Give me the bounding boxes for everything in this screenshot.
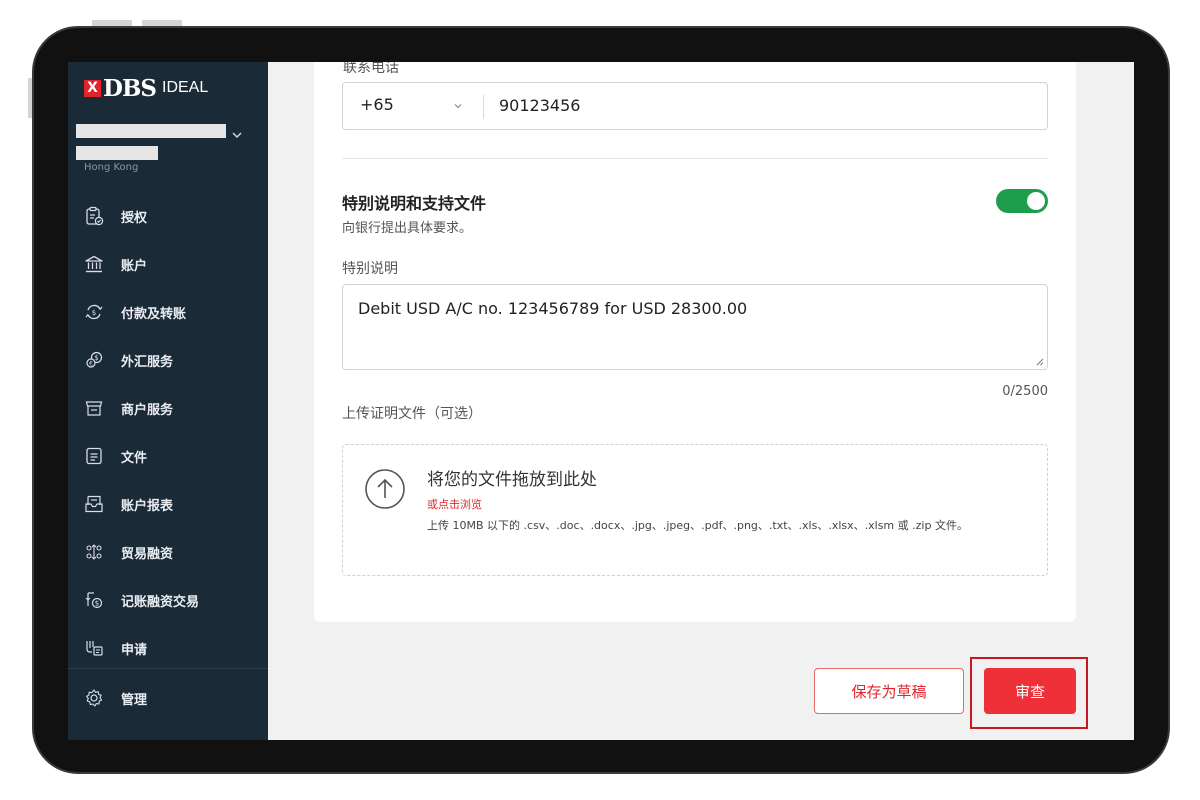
section-subtitle: 向银行提出具体要求。 xyxy=(342,221,473,236)
remark-text: Debit USD A/C no. 123456789 for USD 2830… xyxy=(358,299,748,318)
sidebar-item-label: 外汇服务 xyxy=(121,354,174,370)
remark-label: 特别说明 xyxy=(342,261,398,277)
authorize-icon xyxy=(86,206,104,226)
sidebar-divider xyxy=(68,668,268,669)
special-instructions-toggle[interactable] xyxy=(996,189,1048,213)
transfer-icon: $ xyxy=(85,304,103,320)
sidebar: X DBS IDEAL Hong Kong 授权 账户 $ 付款及转账 $ € … xyxy=(68,62,268,740)
save-draft-button[interactable]: 保存为草稿 xyxy=(814,668,964,714)
section-title: 特别说明和支持文件 xyxy=(342,194,487,213)
sidebar-item-files[interactable]: 文件 xyxy=(68,432,268,480)
sidebar-item-label: 管理 xyxy=(121,692,148,708)
phone-field: +65 90123456 xyxy=(342,82,1048,130)
resize-handle-icon[interactable] xyxy=(1036,358,1044,366)
sidebar-item-merchant[interactable]: 商户服务 xyxy=(68,384,268,432)
svg-text:$: $ xyxy=(95,600,99,608)
country-code-select[interactable]: +65 xyxy=(360,95,394,114)
svg-text:€: € xyxy=(89,360,93,367)
review-button[interactable]: 审查 xyxy=(984,668,1076,714)
sidebar-admin: 管理 xyxy=(68,674,268,722)
upload-arrow-icon xyxy=(365,469,405,509)
svg-text:$: $ xyxy=(94,354,98,362)
sidebar-item-statements[interactable]: 账户报表 xyxy=(68,480,268,528)
gear-icon xyxy=(86,689,103,707)
merchant-icon xyxy=(85,401,103,416)
sidebar-item-receivables[interactable]: $ 记账融资交易 xyxy=(68,576,268,624)
phone-number-input[interactable]: 90123456 xyxy=(499,96,580,115)
dbs-ideal-logo[interactable]: X DBS IDEAL xyxy=(84,74,209,102)
fx-icon: $ € xyxy=(86,351,103,368)
bank-icon xyxy=(85,255,103,273)
logo-ideal-text: IDEAL xyxy=(162,79,209,96)
dropzone-title: 将您的文件拖放到此处 xyxy=(427,470,597,490)
sidebar-item-admin[interactable]: 管理 xyxy=(68,674,268,722)
sidebar-item-label: 授权 xyxy=(121,210,148,226)
main-content: 联系电话 +65 90123456 特别说明和支持文件 向银行提出具体要求。 特… xyxy=(268,62,1134,740)
section-divider xyxy=(342,158,1048,159)
financing-icon: $ xyxy=(85,592,103,609)
sidebar-item-label: 文件 xyxy=(121,450,148,466)
sidebar-item-label: 商户服务 xyxy=(121,402,174,418)
account-name-redacted[interactable] xyxy=(76,124,226,138)
sidebar-menu: 授权 账户 $ 付款及转账 $ € 外汇服务 商户服务 文件 账户报表 贸易融资… xyxy=(68,192,268,672)
file-dropzone[interactable]: 将您的文件拖放到此处 或点击浏览 上传 10MB 以下的 .csv、.doc、.… xyxy=(342,444,1048,576)
character-counter: 0/2500 xyxy=(1002,384,1048,399)
logo-dbs-text: DBS xyxy=(103,74,157,102)
sidebar-item-apply[interactable]: 申请 xyxy=(68,624,268,672)
sidebar-item-trade[interactable]: 贸易融资 xyxy=(68,528,268,576)
sidebar-item-payments[interactable]: $ 付款及转账 xyxy=(68,288,268,336)
sidebar-item-label: 记账融资交易 xyxy=(121,594,200,610)
svg-text:$: $ xyxy=(92,309,96,317)
sidebar-item-label: 付款及转账 xyxy=(121,306,187,322)
phone-divider xyxy=(483,95,484,119)
sidebar-item-label: 账户 xyxy=(121,258,148,274)
app-screen: X DBS IDEAL Hong Kong 授权 账户 $ 付款及转账 $ € … xyxy=(68,62,1134,740)
sidebar-item-label: 账户报表 xyxy=(121,498,174,514)
report-icon xyxy=(85,495,103,513)
upload-label: 上传证明文件（可选） xyxy=(342,406,482,422)
file-types-note: 上传 10MB 以下的 .csv、.doc、.docx、.jpg、.jpeg、.… xyxy=(427,519,968,532)
dbs-logo-mark: X xyxy=(84,79,101,97)
sidebar-item-label: 贸易融资 xyxy=(121,546,174,562)
chevron-down-icon[interactable] xyxy=(230,128,244,142)
file-icon xyxy=(86,447,102,465)
sidebar-item-accounts[interactable]: 账户 xyxy=(68,240,268,288)
remark-textarea[interactable]: Debit USD A/C no. 123456789 for USD 2830… xyxy=(342,284,1048,370)
sidebar-item-authorize[interactable]: 授权 xyxy=(68,192,268,240)
account-id-redacted xyxy=(76,146,158,160)
sidebar-item-fx[interactable]: $ € 外汇服务 xyxy=(68,336,268,384)
trade-icon xyxy=(86,544,102,560)
chevron-down-icon[interactable] xyxy=(453,101,463,111)
apply-icon xyxy=(86,641,103,656)
region-label: Hong Kong xyxy=(84,162,139,173)
browse-link[interactable]: 或点击浏览 xyxy=(427,496,482,512)
toggle-knob xyxy=(1027,192,1045,210)
phone-label: 联系电话 xyxy=(343,62,399,74)
sidebar-item-label: 申请 xyxy=(121,642,148,658)
